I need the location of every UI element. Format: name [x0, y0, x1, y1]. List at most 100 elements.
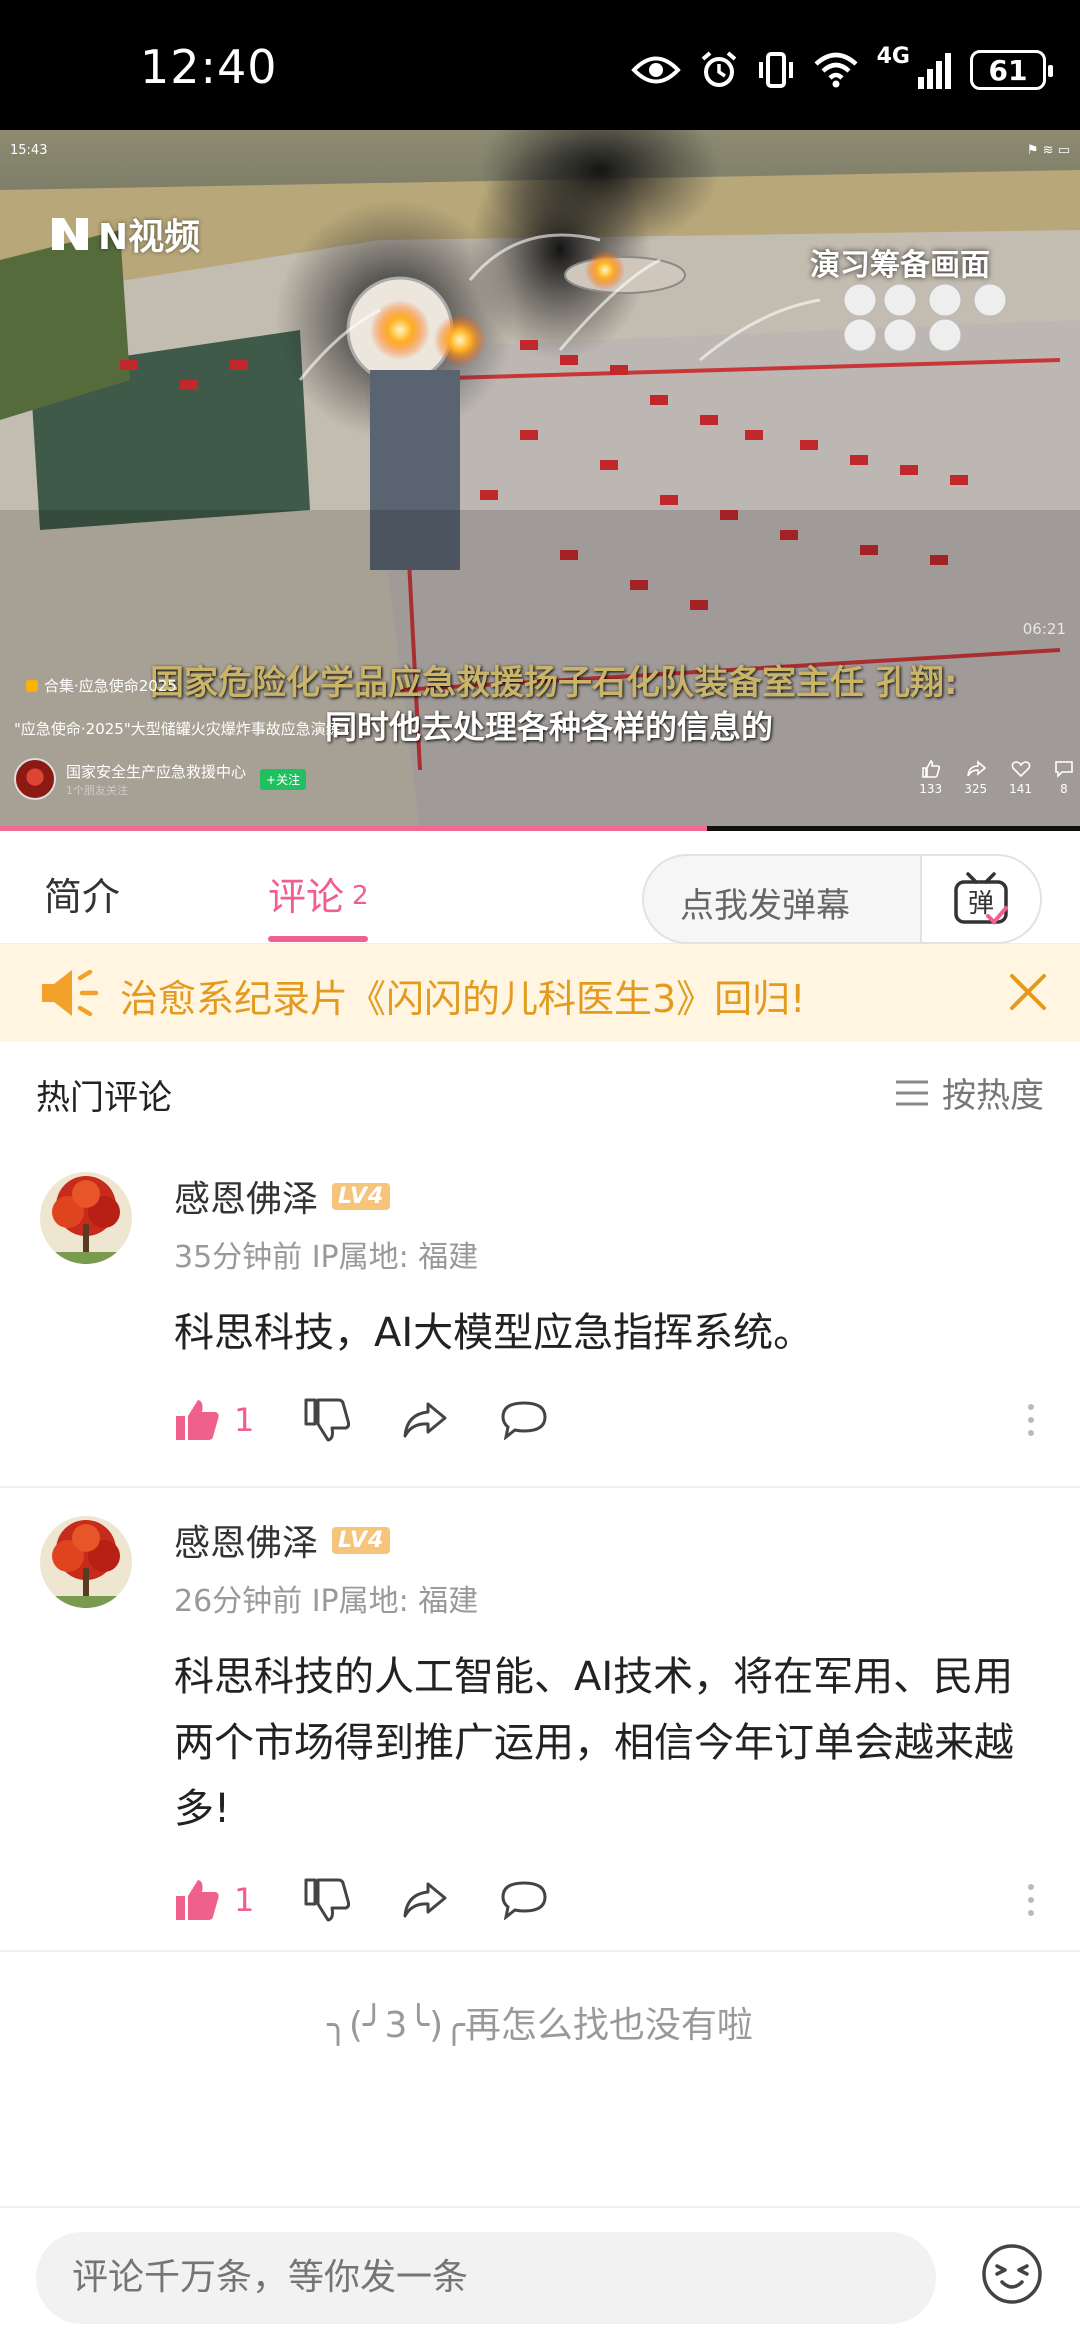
hot-comments-header: 热门评论 按热度 [0, 1042, 1080, 1142]
stat-likes-value: 133 [919, 782, 943, 796]
dislike-button[interactable] [304, 1878, 351, 1922]
share-button[interactable] [402, 1400, 448, 1440]
video-inner-status: 15:43 ⚑ ≋ ▭ [10, 130, 1070, 170]
eye-icon [630, 56, 681, 84]
collection-tag[interactable]: 合集·应急使命2025 [26, 675, 177, 696]
level-badge: LV4 [332, 1182, 391, 1210]
channel-watermark: N视频 [48, 208, 200, 260]
watermark-text: N视频 [98, 217, 201, 258]
more-options-icon[interactable] [1028, 1884, 1034, 1916]
battery-indicator: 61 [970, 50, 1053, 90]
status-icons: 4G 61 [630, 40, 1053, 100]
sort-button[interactable]: 按热度 [894, 1068, 1044, 1117]
follow-button[interactable]: +关注 [260, 768, 307, 790]
reply-button[interactable] [500, 1400, 548, 1440]
hot-comments-title: 热门评论 [36, 1078, 172, 1118]
content-tabs: 简介 评论 2 点我发弹幕 弹 [0, 836, 1080, 944]
menu-lines-icon [896, 1080, 928, 1105]
bottom-comment-bar [0, 2206, 1080, 2340]
channel-info[interactable]: 国家安全生产应急救援中心 1个朋友关注 +关注 [14, 758, 307, 800]
username: 感恩佛泽 [174, 1179, 319, 1220]
stat-comments-value: 8 [1060, 782, 1068, 796]
megaphone-icon [42, 969, 99, 1017]
comment-text: 科思科技的人工智能、AI技术，将在军用、民用两个市场得到推广运用，相信今年订单会… [174, 1654, 1014, 1832]
inner-status-time: 15:43 [10, 142, 48, 158]
like-count: 1 [234, 1881, 255, 1919]
status-time: 12:40 [140, 40, 278, 94]
danmaku-placeholder: 点我发弹幕 [680, 886, 850, 926]
stat-favorites[interactable]: 141 [1009, 760, 1032, 796]
emoji-icon[interactable] [980, 2242, 1044, 2306]
alarm-icon [701, 51, 736, 87]
dislike-button[interactable] [304, 1398, 351, 1442]
comment-actions: 1 [174, 1390, 1054, 1450]
comment-item: 感恩佛泽 LV4 26分钟前 IP属地: 福建 科思科技的人工智能、AI技术，将… [0, 1512, 1080, 1952]
thumb-up-filled-icon[interactable] [174, 1398, 220, 1442]
comment-item: 感恩佛泽 LV4 35分钟前 IP属地: 福建 科思科技，AI大模型应急指挥系统… [0, 1168, 1080, 1488]
subtitle-line-1: 国家危险化学品应急救援扬子石化队装备室主任 孔翔: [150, 663, 958, 703]
video-player[interactable]: 15:43 ⚑ ≋ ▭ N视频 演习筹备画面 06:21 国家危险化学品应急救援… [0, 130, 1080, 830]
stat-likes[interactable]: 133 [919, 760, 942, 796]
video-stats: 133 325 141 8 [919, 760, 1074, 796]
share-arrow-icon [403, 1402, 447, 1438]
n-logo-icon [52, 218, 88, 250]
level-badge: LV4 [332, 1526, 391, 1554]
status-bar: 12:40 4G 61 [0, 0, 1080, 130]
active-tab-indicator [268, 936, 368, 942]
vibrate-icon [758, 52, 793, 88]
stat-favorites-value: 141 [1009, 782, 1032, 796]
comment-actions: 1 [174, 1870, 1054, 1930]
comment-outline-icon [1055, 761, 1073, 778]
tab-comments-label: 评论 [268, 875, 345, 919]
comment-meta: 26分钟前 IP属地: 福建 [174, 1584, 479, 1619]
inner-status-icons: ⚑ ≋ ▭ [1026, 142, 1070, 158]
heart-icon [1011, 761, 1030, 778]
wifi-icon [814, 52, 858, 88]
more-options-icon[interactable] [1028, 1404, 1034, 1436]
thumb-down-icon [304, 1878, 351, 1922]
signal-icon [918, 53, 951, 89]
comment-user[interactable]: 感恩佛泽 LV4 [174, 1514, 391, 1566]
reply-button[interactable] [500, 1880, 548, 1920]
video-timestamp: 06:21 [1022, 620, 1066, 638]
stat-shares[interactable]: 325 [964, 760, 987, 796]
channel-name: 国家安全生产应急救援中心 [66, 762, 247, 781]
sort-label: 按热度 [942, 1076, 1044, 1116]
like-count: 1 [234, 1401, 255, 1439]
comment-text: 科思科技，AI大模型应急指挥系统。 [174, 1310, 814, 1356]
avatar[interactable] [40, 1172, 132, 1264]
announcement-banner[interactable]: 治愈系纪录片《闪闪的儿科医生3》回归! [0, 944, 1080, 1042]
share-button[interactable] [402, 1880, 448, 1920]
speech-bubble-icon [501, 1401, 547, 1440]
video-progress-bar[interactable] [0, 826, 1080, 831]
collection-icon [26, 679, 38, 692]
comment-user[interactable]: 感恩佛泽 LV4 [174, 1170, 391, 1222]
close-icon[interactable] [1006, 970, 1050, 1014]
video-progress-fill [0, 826, 708, 831]
avatar[interactable] [40, 1516, 132, 1608]
danmaku-toggle-button[interactable]: 弹 [920, 856, 1040, 942]
collection-label: 合集·应急使命2025 [44, 677, 177, 695]
channel-avatar[interactable] [14, 758, 56, 800]
tab-comments[interactable]: 评论 2 [268, 866, 369, 921]
network-type: 4G [876, 43, 910, 69]
danmaku-tv-icon: 弹 [954, 872, 1008, 925]
video-description: "应急使命·2025"大型储罐火灾爆炸事故应急演练... [14, 720, 356, 738]
username: 感恩佛泽 [174, 1523, 319, 1564]
thumb-up-filled-icon[interactable] [174, 1878, 220, 1922]
end-of-list-text: ╮(╯3╰)╭再怎么找也没有啦 [327, 2005, 753, 2046]
thumb-down-icon [304, 1398, 351, 1442]
comment-meta: 35分钟前 IP属地: 福建 [174, 1240, 479, 1275]
channel-subtitle: 1个朋友关注 [66, 783, 128, 797]
battery-level: 61 [988, 53, 1028, 87]
tab-intro[interactable]: 简介 [44, 866, 120, 921]
tab-comments-count: 2 [352, 881, 369, 911]
share-arrow-icon [403, 1882, 447, 1918]
banner-text: 治愈系纪录片《闪闪的儿科医生3》回归! [120, 977, 806, 1021]
stat-comments[interactable]: 8 [1054, 760, 1074, 796]
share-icon [966, 760, 986, 777]
comment-input[interactable] [36, 2232, 936, 2324]
danmaku-input[interactable]: 点我发弹幕 弹 [642, 854, 1042, 944]
stat-shares-value: 325 [964, 782, 988, 796]
thumb-up-outline-icon [921, 760, 940, 778]
